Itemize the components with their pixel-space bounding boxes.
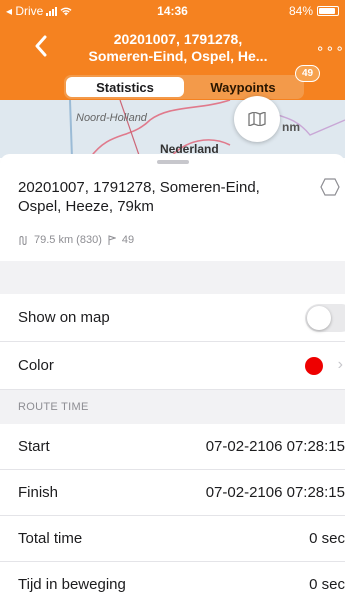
details-sheet: 20201007, 1791278, Someren-Eind, Ospel, … [0, 154, 345, 607]
tab-waypoints[interactable]: Waypoints [184, 77, 302, 97]
stat-label: Finish [18, 484, 59, 501]
stat-label: Tijd in beweging [18, 576, 126, 593]
title-line-1: 20201007, 1791278, [113, 31, 243, 47]
map-mode-button[interactable] [234, 96, 280, 142]
route-meta: 79.5 km (830) 49 [18, 234, 134, 246]
stat-row-total-time: Total time 0 sec [0, 516, 345, 562]
title-line-2: Someren-Eind, Ospel, He... [88, 48, 268, 64]
stat-label: Total time [18, 530, 83, 547]
stat-row-start: Start 07-02-2106 07:28:15 [0, 424, 345, 470]
map-view[interactable]: Noord-Holland Nederland nm [0, 100, 345, 158]
color-label: Color [18, 357, 54, 374]
more-button[interactable]: ∘∘∘ [316, 40, 345, 57]
stat-value: 07-02-2106 07:28:15 [205, 438, 345, 455]
stat-label: Start [18, 438, 50, 455]
color-swatch[interactable] [305, 357, 323, 375]
battery-icon [317, 6, 339, 16]
route-distance-icon [19, 235, 27, 245]
show-on-map-row[interactable]: Show on map [0, 294, 345, 342]
map-label-region: Noord-Holland [76, 112, 147, 124]
page-title: 20201007, 1791278, Someren-Eind, Ospel, … [64, 31, 292, 65]
segmented-control: Statistics Waypoints [64, 75, 304, 99]
stat-value: 0 sec [309, 530, 345, 547]
route-summary: 20201007, 1791278, Someren-Eind, Ospel, … [0, 154, 345, 261]
show-on-map-toggle[interactable] [305, 304, 345, 332]
route-waypoints: 49 [121, 234, 135, 246]
chevron-left-icon [35, 35, 47, 57]
route-time-list: Start 07-02-2106 07:28:15 Finish 07-02-2… [0, 424, 345, 607]
map-label-partial: nm [282, 120, 300, 134]
waypoints-count-badge: 49 [295, 65, 321, 82]
stat-value: 0 sec [309, 576, 345, 593]
battery-percent: 84% [288, 4, 313, 18]
route-name: 20201007, 1791278, Someren-Eind, Ospel, … [18, 179, 260, 215]
stat-row-finish: Finish 07-02-2106 07:28:15 [0, 470, 345, 516]
sheet-grabber[interactable] [157, 160, 189, 164]
tab-statistics[interactable]: Statistics [66, 77, 184, 97]
route-shape-icon[interactable] [320, 178, 340, 196]
flag-icon [108, 235, 116, 245]
more-icon: ∘∘∘ [315, 40, 345, 56]
map-icon [248, 112, 266, 126]
back-button[interactable] [34, 34, 56, 62]
route-time-header: ROUTE TIME [0, 391, 345, 423]
status-right: 84% [289, 4, 339, 18]
stat-row-moving-time: Tijd in beweging 0 sec [0, 562, 345, 607]
show-on-map-label: Show on map [18, 309, 110, 326]
stat-value: 07-02-2106 07:28:15 [205, 484, 345, 501]
chevron-right-icon: › [337, 356, 343, 373]
route-distance: 79.5 km (830) [34, 234, 102, 246]
color-row[interactable]: Color › [0, 342, 345, 390]
settings-list: Show on map Color › [0, 294, 345, 390]
status-bar: ◂ Drive 14:36 84% [0, 0, 345, 22]
app-header: ◂ Drive 14:36 84% 20201007, 1791278, Som… [0, 0, 345, 100]
